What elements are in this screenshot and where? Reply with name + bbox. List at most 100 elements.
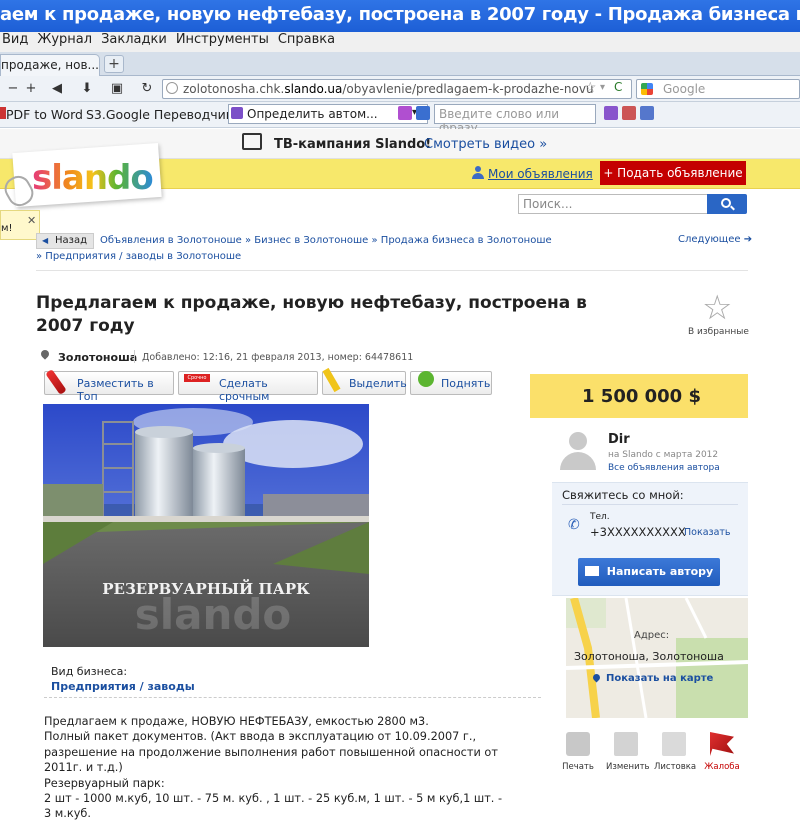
menu-history[interactable]: Журнал: [35, 32, 99, 47]
window-icon[interactable]: ▣: [108, 80, 126, 98]
close-icon[interactable]: ✕: [27, 214, 36, 227]
translate-icon: [231, 107, 243, 119]
description-line: 2 шт - 1000 м.куб, 10 шт. - 75 м. куб. ,…: [44, 792, 503, 806]
menu-view[interactable]: Вид: [0, 32, 35, 47]
address-label: Адрес:: [634, 630, 670, 641]
city-label: Золотоноша: [58, 351, 138, 364]
bookmark-pdf[interactable]: PDF to Word: [6, 107, 83, 122]
divider: [44, 697, 541, 698]
photo-watermark: slando: [135, 590, 292, 639]
description-line: разрешение на продолжение выполнения раб…: [44, 745, 498, 759]
google-icon: [641, 83, 653, 95]
favorite-star-icon[interactable]: ☆: [702, 288, 732, 328]
menu-tools[interactable]: Инструменты: [174, 32, 276, 47]
url-prefix: zolotonosha.chk.: [183, 82, 285, 96]
print-button[interactable]: Печать: [558, 732, 598, 772]
divider: [562, 504, 738, 505]
phone-number: +3XXXXXXXXXX: [590, 525, 686, 539]
complaint-label: Жалоба: [704, 762, 740, 772]
message-author-button[interactable]: Написать автору: [578, 558, 720, 586]
listing-photo[interactable]: РЕЗЕРВУАРНЫЙ ПАРК slando: [43, 404, 369, 647]
my-ads-link[interactable]: Мои объявления: [488, 167, 593, 181]
show-on-map-link[interactable]: Показать на карте: [606, 673, 713, 684]
urgent-tag-icon: Срочно: [184, 374, 210, 382]
download-icon[interactable]: ⬇: [78, 80, 96, 98]
printer-icon: [566, 732, 590, 756]
tv-icon: [242, 133, 262, 150]
oil-depot-illustration: РЕЗЕРВУАРНЫЙ ПАРК slando: [43, 404, 369, 647]
contact-heading: Свяжитесь со мной:: [562, 488, 684, 502]
dictionary-icon[interactable]: [398, 106, 412, 120]
menu-bookmarks[interactable]: Закладки: [99, 32, 174, 47]
description-line: Предлагаем к продаже, НОВУЮ НЕФТЕБАЗУ, е…: [44, 715, 429, 728]
complaint-button[interactable]: Жалоба: [702, 732, 742, 772]
all-author-ads-link[interactable]: Все объявления автора: [608, 463, 720, 473]
bookmark-star-icon[interactable]: ☆: [584, 80, 597, 96]
new-tab-button[interactable]: +: [104, 55, 124, 73]
raise-label: Поднять: [441, 377, 491, 390]
minus-icon[interactable]: −: [4, 80, 22, 98]
favorite-link[interactable]: В избранные: [688, 327, 749, 337]
promo-text: ТВ-кампания Slando!: [274, 137, 432, 152]
author-name: Dir: [608, 432, 630, 447]
tool-icon-2[interactable]: [622, 106, 636, 120]
dictionary-input[interactable]: Введите слово или фразу: [434, 104, 596, 135]
highlight-label: Выделить: [349, 377, 407, 390]
reload-icon[interactable]: ↻: [138, 80, 156, 98]
added-meta: Добавлено: 12:16, 21 февраля 2013, номер…: [142, 352, 414, 363]
listing-description: Предлагаем к продаже, НОВУЮ НЕФТЕБАЗУ, е…: [44, 714, 544, 822]
promote-top-label: Разместить в Топ: [77, 377, 154, 403]
description-line: 3 м.куб.: [44, 807, 91, 821]
back-arrow-icon: ◀: [42, 236, 49, 245]
business-type-link[interactable]: Предприятия / заводы: [51, 680, 195, 693]
make-urgent-label: Сделать срочным: [219, 377, 270, 403]
flag-icon: [710, 732, 734, 756]
pdf-icon: [0, 107, 6, 119]
window-title: аем к продаже, новую нефтебазу, построен…: [0, 0, 800, 32]
show-phone-link[interactable]: Показать: [684, 527, 731, 538]
back-arrow-icon[interactable]: ◀: [48, 80, 66, 98]
site-search-button[interactable]: [707, 194, 747, 214]
business-type-label: Вид бизнеса:: [51, 665, 128, 678]
dropdown-icon[interactable]: ▾: [600, 82, 605, 93]
location-pin-icon: [39, 348, 51, 360]
arrow-up-icon: [418, 371, 434, 387]
leaflet-icon: [662, 732, 686, 756]
post-ad-button[interactable]: + Подать объявление: [600, 161, 746, 185]
site-logo[interactable]: slando: [32, 158, 154, 198]
edit-button[interactable]: Изменить: [606, 732, 650, 772]
tab-active[interactable]: продаже, нов...: [0, 54, 100, 76]
promo-video-link[interactable]: Смотреть видео »: [424, 137, 547, 152]
tool-icon-3[interactable]: [640, 106, 654, 120]
next-arrow-icon: ➔: [743, 234, 753, 245]
edit-icon: [614, 732, 638, 756]
menu-help[interactable]: Справка: [276, 32, 342, 47]
member-since: на Slando с марта 2012: [608, 450, 719, 460]
next-ad-link[interactable]: Следующее ➔: [678, 234, 752, 245]
divider: [134, 350, 135, 363]
breadcrumb[interactable]: Объявления в Золотоноше » Бизнес в Золот…: [100, 235, 552, 246]
tool-icon-1[interactable]: [604, 106, 618, 120]
breadcrumb-subcategory[interactable]: » Предприятия / заводы в Золотоноше: [36, 251, 241, 262]
edit-label: Изменить: [606, 762, 650, 772]
translate-tool-icon[interactable]: [416, 106, 430, 120]
message-author-label: Написать автору: [606, 565, 714, 578]
url-field[interactable]: zolotonosha.chk.slando.ua/obyavlenie/pre…: [162, 79, 632, 99]
phone-icon: ✆: [568, 517, 580, 533]
logo-text: slando: [32, 158, 154, 198]
page-title: Предлагаем к продаже, новую нефтебазу, п…: [36, 293, 587, 336]
browser-search-input[interactable]: Google: [636, 79, 800, 99]
menu-bar: Вид Журнал Закладки Инструменты Справка: [0, 32, 800, 52]
bookmark-translator[interactable]: S3.Google Переводчик: [86, 107, 233, 122]
divider: [36, 270, 748, 271]
phone-label: Тел.: [590, 512, 610, 522]
add-icon[interactable]: +: [22, 80, 40, 98]
go-icon[interactable]: C: [614, 80, 622, 94]
mail-icon: [584, 566, 599, 576]
description-line: Резервуарный парк:: [44, 776, 165, 790]
site-search-input[interactable]: Поиск...: [518, 194, 708, 214]
leaflet-button[interactable]: Листовка: [654, 732, 697, 772]
leaflet-label: Листовка: [654, 762, 697, 772]
url-path: /obyavlenie/predlagaem-k-prodazhe-novu: [342, 82, 594, 96]
description-line: 2011г. и т.д.): [44, 761, 123, 775]
